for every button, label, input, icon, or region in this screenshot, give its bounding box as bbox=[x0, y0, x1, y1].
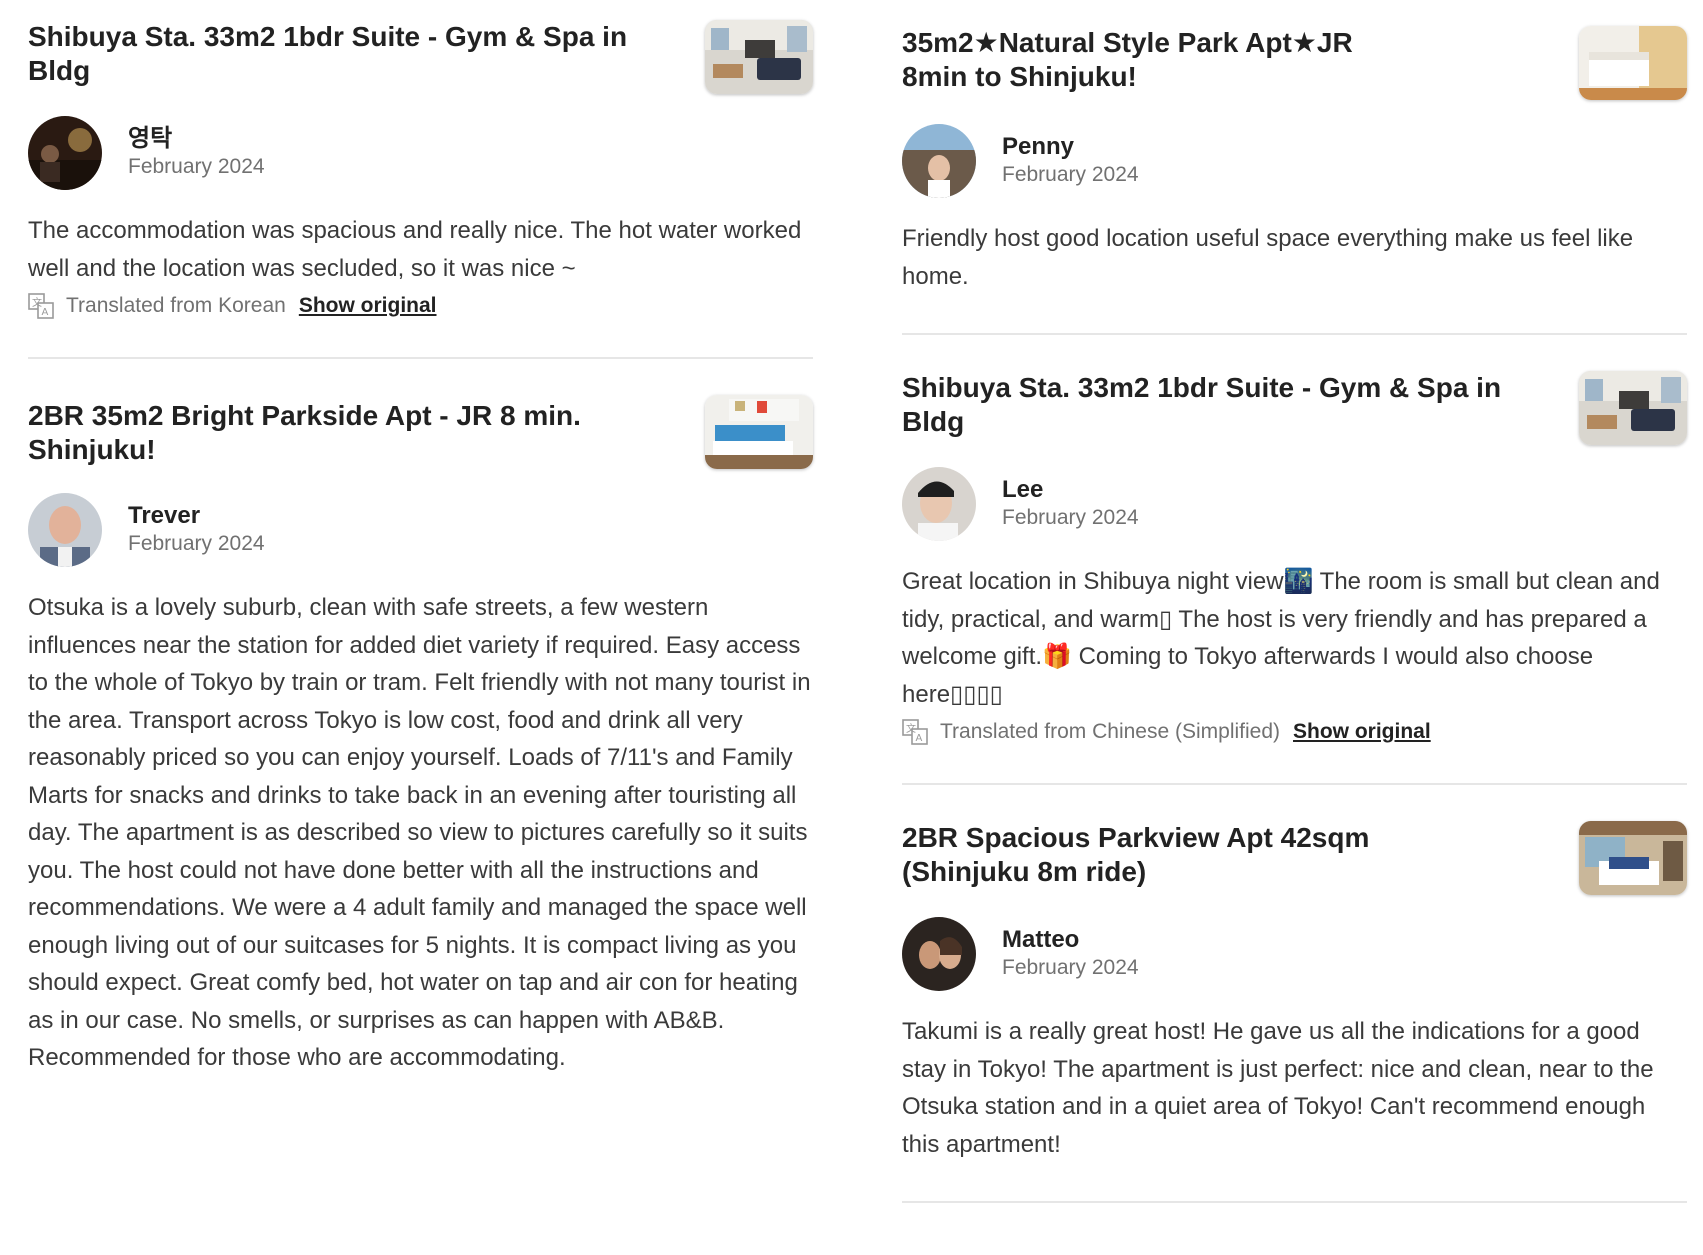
translate-icon: 文 A bbox=[28, 293, 54, 319]
review-card: 35m2★Natural Style Park Apt★JR 8min to S… bbox=[902, 0, 1687, 335]
svg-text:A: A bbox=[916, 733, 923, 744]
review-card: 2BR 35m2 Bright Parkside Apt - JR 8 min.… bbox=[28, 359, 813, 1077]
review-header: Shibuya Sta. 33m2 1bdr Suite - Gym & Spa… bbox=[28, 20, 813, 94]
reviews-column-right: 35m2★Natural Style Park Apt★JR 8min to S… bbox=[902, 0, 1687, 1203]
avatar[interactable] bbox=[28, 116, 102, 190]
listing-title[interactable]: 35m2★Natural Style Park Apt★JR 8min to S… bbox=[902, 26, 1422, 94]
reviewer-name: Trever bbox=[128, 502, 201, 529]
translation-row: 文 A Translated from Korean Show original bbox=[28, 293, 813, 319]
listing-title[interactable]: 2BR Spacious Parkview Apt 42sqm (Shinjuk… bbox=[902, 821, 1482, 889]
review-date: February 2024 bbox=[1002, 163, 1139, 186]
reviewer-name: Matteo bbox=[1002, 926, 1080, 953]
reviewer: Penny February 2024 bbox=[902, 124, 1687, 198]
reviews-column-left: Shibuya Sta. 33m2 1bdr Suite - Gym & Spa… bbox=[28, 0, 813, 1077]
avatar[interactable] bbox=[902, 124, 976, 198]
reviewer-meta: Trever February 2024 bbox=[128, 502, 265, 558]
review-card: Shibuya Sta. 33m2 1bdr Suite - Gym & Spa… bbox=[902, 335, 1687, 785]
show-original-link[interactable]: Show original bbox=[299, 294, 437, 318]
listing-title[interactable]: Shibuya Sta. 33m2 1bdr Suite - Gym & Spa… bbox=[28, 20, 668, 88]
avatar[interactable] bbox=[902, 467, 976, 541]
listing-thumbnail[interactable] bbox=[1579, 821, 1687, 895]
avatar[interactable] bbox=[28, 493, 102, 567]
reviewer-meta: 영탁 February 2024 bbox=[128, 125, 265, 181]
reviewer-name: Lee bbox=[1002, 476, 1044, 503]
listing-title[interactable]: Shibuya Sta. 33m2 1bdr Suite - Gym & Spa… bbox=[902, 371, 1542, 439]
review-card: 2BR Spacious Parkview Apt 42sqm (Shinjuk… bbox=[902, 785, 1687, 1203]
reviewer: 영탁 February 2024 bbox=[28, 116, 813, 190]
listing-thumbnail[interactable] bbox=[705, 20, 813, 94]
review-text: Friendly host good location useful space… bbox=[902, 225, 1634, 290]
review-date: February 2024 bbox=[128, 532, 265, 555]
reviewer-name: Penny bbox=[1002, 133, 1075, 160]
review-header: 2BR 35m2 Bright Parkside Apt - JR 8 min.… bbox=[28, 395, 813, 469]
review-text: The accommodation was spacious and reall… bbox=[28, 217, 802, 282]
reviewer: Trever February 2024 bbox=[28, 493, 813, 567]
listing-thumbnail[interactable] bbox=[1579, 26, 1687, 100]
reviewer-meta: Matteo February 2024 bbox=[1002, 926, 1139, 982]
svg-text:文: 文 bbox=[32, 296, 42, 309]
translation-row: 文 A Translated from Chinese (Simplified)… bbox=[902, 719, 1687, 745]
review-header: 35m2★Natural Style Park Apt★JR 8min to S… bbox=[902, 26, 1687, 100]
reviewer-meta: Lee February 2024 bbox=[1002, 476, 1139, 532]
show-original-link[interactable]: Show original bbox=[1293, 720, 1431, 744]
review-text: Otsuka is a lovely suburb, clean with sa… bbox=[28, 594, 811, 1071]
divider bbox=[902, 1201, 1687, 1203]
review-date: February 2024 bbox=[1002, 506, 1139, 529]
translation-note: Translated from Korean bbox=[66, 294, 286, 317]
review-text: Great location in Shibuya night view🌃 Th… bbox=[902, 568, 1660, 708]
review-header: Shibuya Sta. 33m2 1bdr Suite - Gym & Spa… bbox=[902, 371, 1687, 445]
review-date: February 2024 bbox=[1002, 956, 1139, 979]
svg-text:文: 文 bbox=[906, 722, 916, 735]
reviewer-name: 영탁 bbox=[128, 125, 173, 152]
translate-icon: 文 A bbox=[902, 719, 928, 745]
reviewer: Matteo February 2024 bbox=[902, 917, 1687, 991]
svg-text:A: A bbox=[42, 307, 49, 318]
review-header: 2BR Spacious Parkview Apt 42sqm (Shinjuk… bbox=[902, 821, 1687, 895]
reviewer-meta: Penny February 2024 bbox=[1002, 133, 1139, 189]
avatar[interactable] bbox=[902, 917, 976, 991]
review-card: Shibuya Sta. 33m2 1bdr Suite - Gym & Spa… bbox=[28, 0, 813, 359]
review-text: Takumi is a really great host! He gave u… bbox=[902, 1018, 1654, 1158]
reviewer: Lee February 2024 bbox=[902, 467, 1687, 541]
listing-thumbnail[interactable] bbox=[1579, 371, 1687, 445]
listing-thumbnail[interactable] bbox=[705, 395, 813, 469]
translation-note: Translated from Chinese (Simplified) bbox=[940, 720, 1281, 743]
listing-title[interactable]: 2BR 35m2 Bright Parkside Apt - JR 8 min.… bbox=[28, 395, 668, 467]
review-date: February 2024 bbox=[128, 155, 265, 178]
